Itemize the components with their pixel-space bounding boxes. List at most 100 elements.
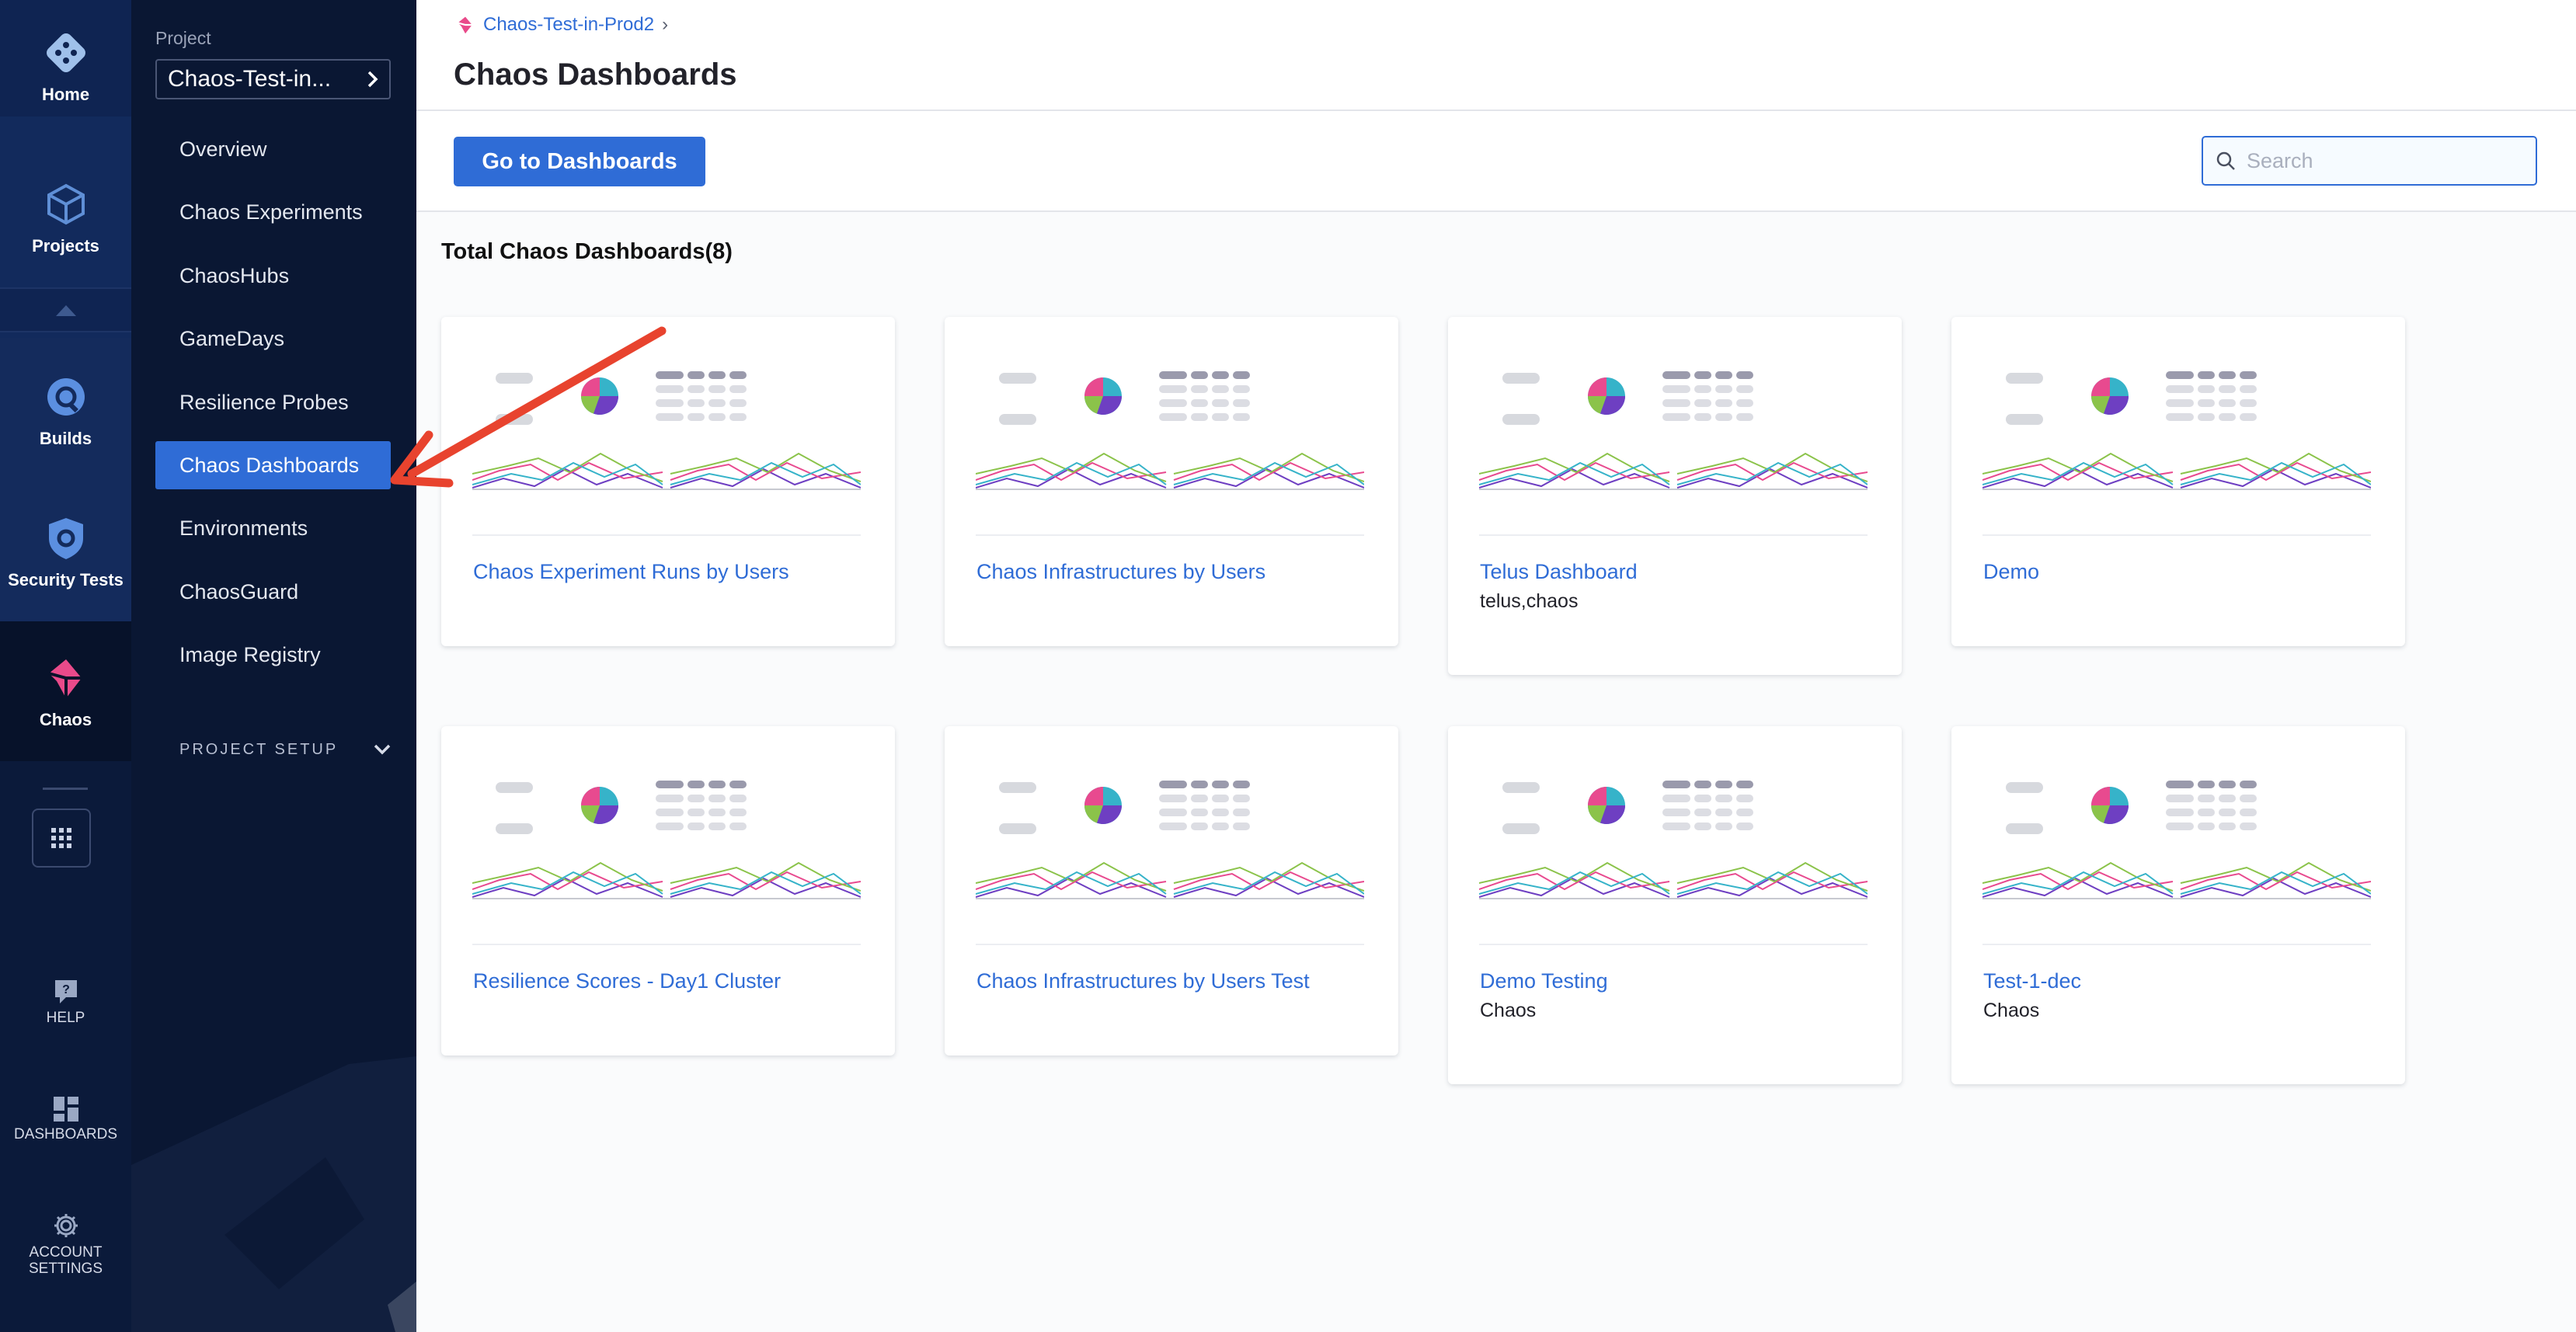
card-divider <box>976 534 1364 536</box>
card-divider <box>1479 944 1868 945</box>
project-setup-label: PROJECT SETUP <box>179 740 339 758</box>
dashboard-card[interactable]: Chaos Infrastructures by Users Test <box>945 726 1398 1056</box>
dashboard-card-title[interactable]: Demo Testing <box>1480 969 1608 993</box>
nav-item-label: Image Registry <box>179 642 321 666</box>
page-title: Chaos Dashboards <box>454 57 737 92</box>
search-icon <box>2216 151 2235 170</box>
svg-text:?: ? <box>62 983 70 996</box>
rail-security-tests[interactable]: Security Tests <box>0 482 131 621</box>
nav-item-label: Chaos Dashboards <box>179 453 360 477</box>
home-icon <box>40 27 92 78</box>
apps-grid-icon <box>51 828 71 848</box>
rail-account-settings[interactable]: ACCOUNT SETTINGS <box>0 1212 131 1305</box>
dashboard-card-title[interactable]: Telus Dashboard <box>1480 560 1638 584</box>
search-box[interactable] <box>2202 136 2537 186</box>
apps-grid-button[interactable] <box>32 809 91 868</box>
nav-item-label: Overview <box>179 137 267 161</box>
chaos-icon <box>40 652 92 704</box>
dashboard-preview-image <box>1478 781 1868 905</box>
project-selector[interactable]: Chaos-Test-in... <box>155 59 391 99</box>
dashboard-preview-image <box>472 781 862 905</box>
project-selector-value: Chaos-Test-in... <box>168 66 332 92</box>
nav-item-label: ChaosHubs <box>179 263 290 287</box>
rail-dashboards[interactable]: DASHBOARDS <box>0 1097 131 1174</box>
dashboard-card[interactable]: Demo <box>1951 317 2405 646</box>
main-content: Chaos-Test-in-Prod2 › Chaos Dashboards G… <box>416 0 2576 1332</box>
chaos-icon <box>458 16 472 34</box>
nav-item-label: Environments <box>179 516 308 540</box>
rail-projects-label: Projects <box>32 236 99 256</box>
nav-item-chaoshubs[interactable]: ChaosHubs <box>155 252 391 300</box>
nav-item-overview[interactable]: Overview <box>155 125 391 173</box>
rail-collapse-toggle[interactable] <box>0 287 131 332</box>
dashboard-card-tags: Chaos <box>1480 1000 1537 1021</box>
rail-builds-label: Builds <box>39 428 92 448</box>
dashboard-card-tags: telus,chaos <box>1480 590 1579 612</box>
dashboard-card-title[interactable]: Resilience Scores - Day1 Cluster <box>473 969 781 993</box>
rail-help-label: HELP <box>46 1010 85 1026</box>
total-dashboards-count: Total Chaos Dashboards(8) <box>441 239 733 264</box>
nav-background-decoration <box>131 1056 416 1332</box>
nav-item-environments[interactable]: Environments <box>155 504 391 552</box>
nav-item-label: ChaosGuard <box>179 579 299 603</box>
search-input[interactable] <box>2247 148 2534 173</box>
dashboards-icon <box>53 1097 78 1122</box>
card-divider <box>1982 534 2371 536</box>
dashboard-preview-image <box>1478 371 1868 496</box>
dashboard-card-title[interactable]: Chaos Infrastructures by Users Test <box>976 969 1310 993</box>
security-icon <box>40 513 92 564</box>
rail-home[interactable]: Home <box>0 16 131 117</box>
rail-projects[interactable]: Projects <box>0 151 131 283</box>
dashboard-preview-image <box>1982 781 2372 905</box>
nav-item-gamedays[interactable]: GameDays <box>155 315 391 363</box>
dashboard-card-title[interactable]: Chaos Experiment Runs by Users <box>473 560 789 584</box>
rail-strip <box>0 0 131 16</box>
dashboard-card[interactable]: Chaos Infrastructures by Users <box>945 317 1398 646</box>
rail-chaos[interactable]: Chaos <box>0 621 131 761</box>
dashboard-preview-image <box>975 371 1365 496</box>
module-rail: Home Projects Builds Security Tests Chao… <box>0 0 131 1332</box>
toolbar: Go to Dashboards <box>416 111 2576 212</box>
breadcrumb[interactable]: Chaos-Test-in-Prod2 › <box>455 14 668 36</box>
projects-icon <box>40 179 92 230</box>
dashboard-card-title[interactable]: Test-1-dec <box>1983 969 2081 993</box>
gear-icon <box>54 1214 78 1237</box>
project-setup-toggle[interactable]: PROJECT SETUP <box>179 738 391 761</box>
rail-account-label: ACCOUNT SETTINGS <box>28 1244 103 1277</box>
nav-item-image-registry[interactable]: Image Registry <box>155 631 391 679</box>
nav-item-chaos-dashboards[interactable]: Chaos Dashboards <box>155 441 391 489</box>
dashboard-card-title[interactable]: Chaos Infrastructures by Users <box>976 560 1265 584</box>
card-divider <box>1982 944 2371 945</box>
page-header: Chaos-Test-in-Prod2 › Chaos Dashboards <box>416 0 2576 111</box>
dashboard-card[interactable]: Telus Dashboard telus,chaos <box>1448 317 1902 675</box>
dashboard-preview-image <box>975 781 1365 905</box>
rail-help[interactable]: ? HELP <box>0 979 131 1056</box>
builds-icon <box>40 371 92 423</box>
dashboard-card-title[interactable]: Demo <box>1983 560 2039 584</box>
rail-security-label: Security Tests <box>8 570 124 589</box>
chevron-right-icon <box>367 71 378 88</box>
dashboard-card[interactable]: Demo Testing Chaos <box>1448 726 1902 1084</box>
chevron-up-icon <box>55 305 76 316</box>
dashboard-card[interactable]: Test-1-dec Chaos <box>1951 726 2405 1084</box>
dashboard-card[interactable]: Resilience Scores - Day1 Cluster <box>441 726 895 1056</box>
rail-home-label: Home <box>41 85 90 104</box>
breadcrumb-project[interactable]: Chaos-Test-in-Prod2 <box>483 14 654 36</box>
nav-item-resilience-probes[interactable]: Resilience Probes <box>155 378 391 426</box>
breadcrumb-chevron-icon: › <box>662 14 669 35</box>
card-divider <box>1479 534 1868 536</box>
card-divider <box>472 534 861 536</box>
card-divider <box>472 944 861 945</box>
go-to-dashboards-button[interactable]: Go to Dashboards <box>454 137 705 186</box>
project-label: Project <box>155 28 211 48</box>
card-divider <box>976 944 1364 945</box>
nav-item-chaosguard[interactable]: ChaosGuard <box>155 568 391 616</box>
rail-divider <box>43 788 88 790</box>
dashboard-card-tags: Chaos <box>1983 1000 2040 1021</box>
nav-item-label: GameDays <box>179 326 285 350</box>
nav-item-chaos-experiments[interactable]: Chaos Experiments <box>155 188 391 236</box>
chevron-down-icon <box>374 744 391 755</box>
rail-builds[interactable]: Builds <box>0 338 131 482</box>
rail-chaos-label: Chaos <box>39 710 92 729</box>
dashboard-preview-image <box>1982 371 2372 496</box>
